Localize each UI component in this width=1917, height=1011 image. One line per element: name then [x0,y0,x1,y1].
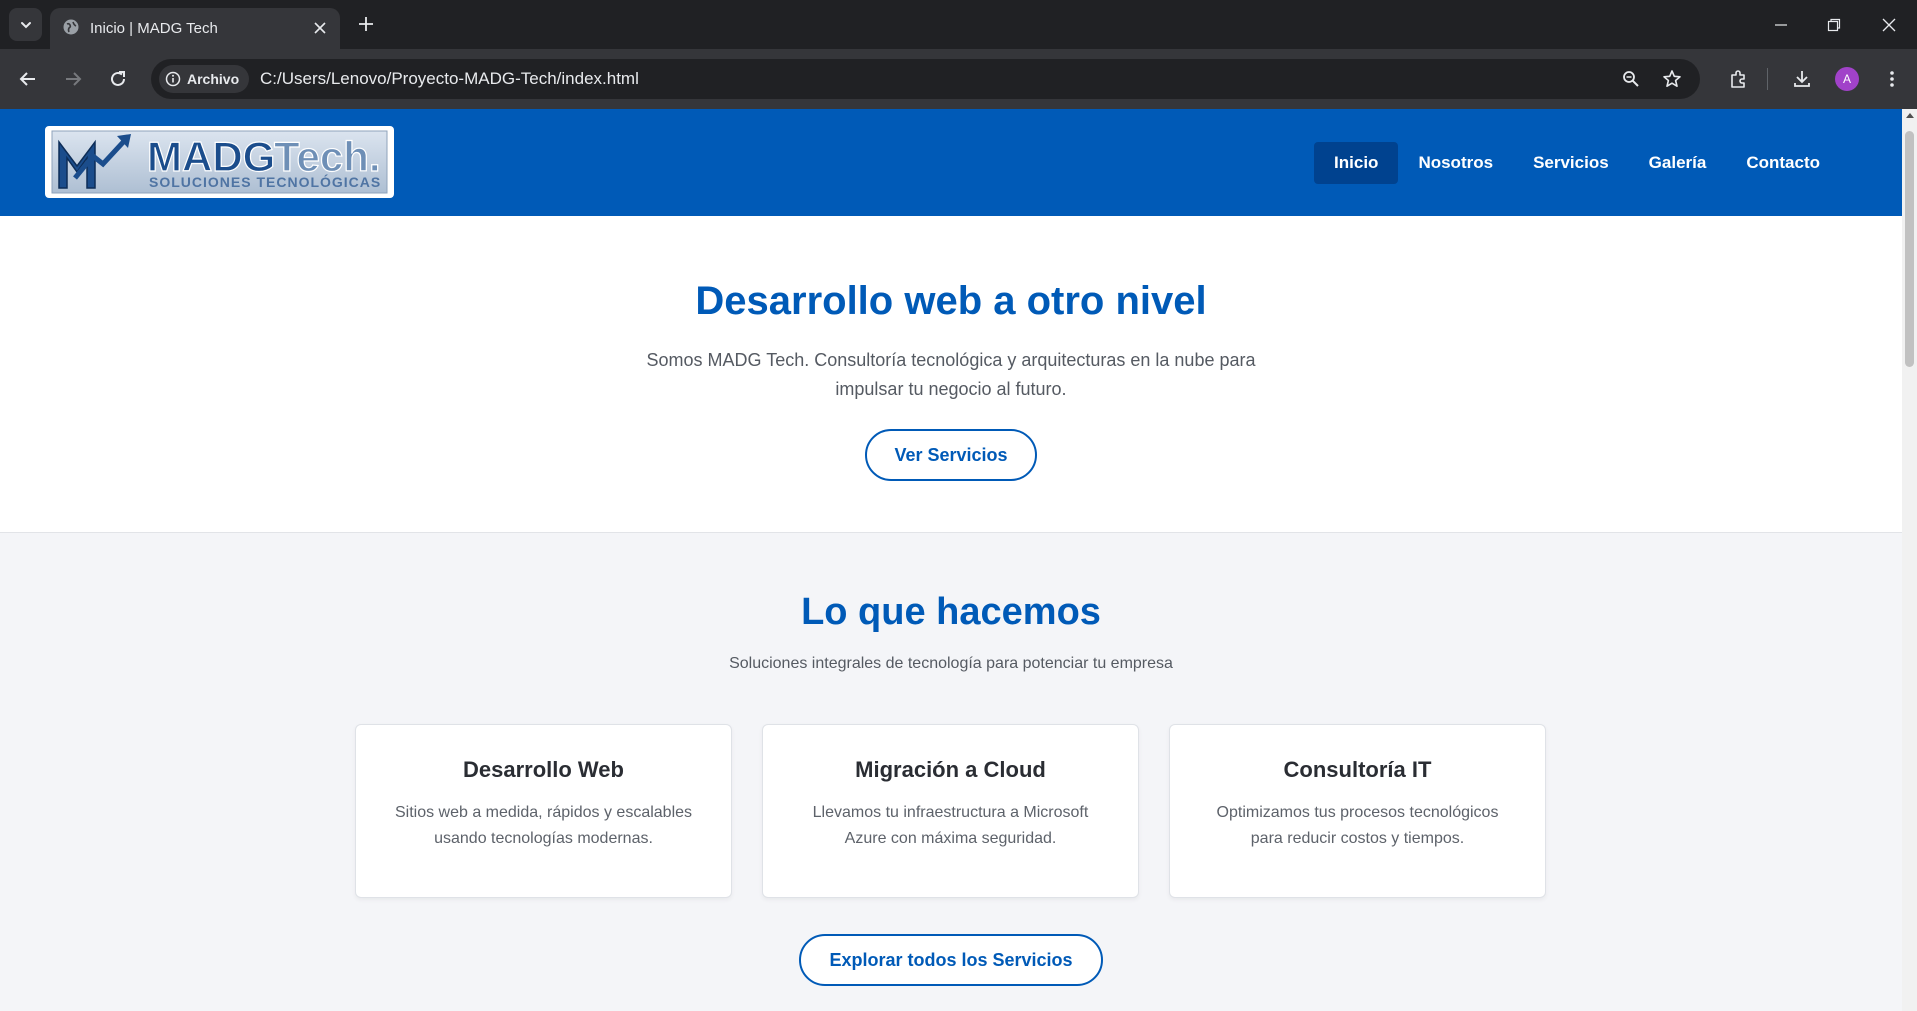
main-nav: Inicio Nosotros Servicios Galería Contac… [1314,142,1840,184]
explorar-servicios-button[interactable]: Explorar todos los Servicios [799,934,1103,986]
card-title: Migración a Cloud [855,757,1046,782]
restore-icon [1827,18,1841,31]
browser-toolbar: Archivo C:/Users/Lenovo/Proyecto-MADG-Te… [0,49,1917,109]
hero-section: Desarrollo web a otro nivel Somos MADG T… [0,216,1902,533]
nav-link-servicios[interactable]: Servicios [1513,142,1629,184]
reload-button[interactable] [102,63,134,95]
card-text: Optimizamos tus procesos tecnológicos pa… [1216,804,1499,847]
zoom-icon[interactable] [1617,65,1645,93]
card-text: Llevamos tu infraestructura a Microsoft … [812,804,1089,847]
minimize-icon [1775,23,1787,26]
new-tab-button[interactable] [352,10,380,38]
hero-text: Somos MADG Tech. Consultoría tecnológica… [646,350,1256,399]
site-info-chip[interactable]: Archivo [159,65,250,93]
hero-title: Desarrollo web a otro nivel [695,279,1207,323]
url-text[interactable]: C:/Users/Lenovo/Proyecto-MADG-Tech/index… [260,69,639,89]
service-card-migracion-cloud: Migración a Cloud Llevamos tu infraestru… [762,724,1139,898]
arrow-left-icon [19,72,35,86]
close-window-button[interactable] [1861,0,1917,49]
card-title: Consultoría IT [1283,757,1432,782]
tab-title: Inicio | MADG Tech [90,20,218,37]
arrow-right-icon [66,72,82,86]
plus-icon [359,17,373,31]
logo-text-main: MADG [147,133,275,180]
nav-link-nosotros[interactable]: Nosotros [1398,142,1513,184]
more-menu-icon[interactable] [1876,63,1908,95]
browser-tabstrip: Inicio | MADG Tech [0,0,1917,49]
reload-icon [111,71,125,86]
nav-link-inicio[interactable]: Inicio [1314,142,1399,184]
close-icon [1882,18,1896,31]
address-bar[interactable]: Archivo C:/Users/Lenovo/Proyecto-MADG-Te… [151,59,1700,99]
scrollbar-thumb[interactable] [1905,131,1914,367]
logo-text-accent: Tech. [274,133,381,180]
madg-tech-logo: MADG Tech. SOLUCIONES TECNOLÓGICAS [51,130,388,194]
info-icon [165,71,181,87]
scroll-up-arrow-icon[interactable] [1906,113,1914,118]
minimize-button[interactable] [1753,0,1809,49]
bookmark-star-icon[interactable] [1658,65,1686,93]
downloads-icon[interactable] [1786,63,1818,95]
card-title: Desarrollo Web [463,757,624,782]
nav-link-galeria[interactable]: Galería [1629,142,1727,184]
ver-servicios-button[interactable]: Ver Servicios [865,429,1037,481]
page-scrollbar[interactable] [1902,109,1917,1011]
services-title: Lo que hacemos [801,591,1101,633]
close-tab-icon[interactable] [310,18,330,38]
extensions-icon[interactable] [1722,63,1754,95]
card-text: Sitios web a medida, rápidos y escalable… [394,804,693,847]
logo-tagline: SOLUCIONES TECNOLÓGICAS [149,173,381,190]
site-header: MADG Tech. SOLUCIONES TECNOLÓGICAS Inici… [0,109,1902,216]
service-card-consultoria-it: Consultoría IT Optimizamos tus procesos … [1169,724,1546,898]
site-logo[interactable]: MADG Tech. SOLUCIONES TECNOLÓGICAS [45,126,394,198]
service-card-desarrollo-web: Desarrollo Web Sitios web a medida, rápi… [355,724,732,898]
globe-icon [63,19,79,35]
services-section: Lo que hacemos Soluciones integrales de … [0,533,1902,1011]
page-viewport: MADG Tech. SOLUCIONES TECNOLÓGICAS Inici… [0,109,1902,1011]
toolbar-divider [1767,68,1768,90]
services-subtitle: Soluciones integrales de tecnología para… [729,655,1173,672]
browser-tab[interactable]: Inicio | MADG Tech [50,8,340,49]
tab-search-button[interactable] [9,8,42,41]
restore-button[interactable] [1806,0,1862,49]
nav-link-contacto[interactable]: Contacto [1726,142,1840,184]
forward-button[interactable] [57,63,89,95]
back-button[interactable] [12,63,44,95]
chevron-down-icon [20,21,31,28]
site-chip-label: Archivo [187,71,240,87]
profile-avatar[interactable]: A [1835,67,1859,91]
